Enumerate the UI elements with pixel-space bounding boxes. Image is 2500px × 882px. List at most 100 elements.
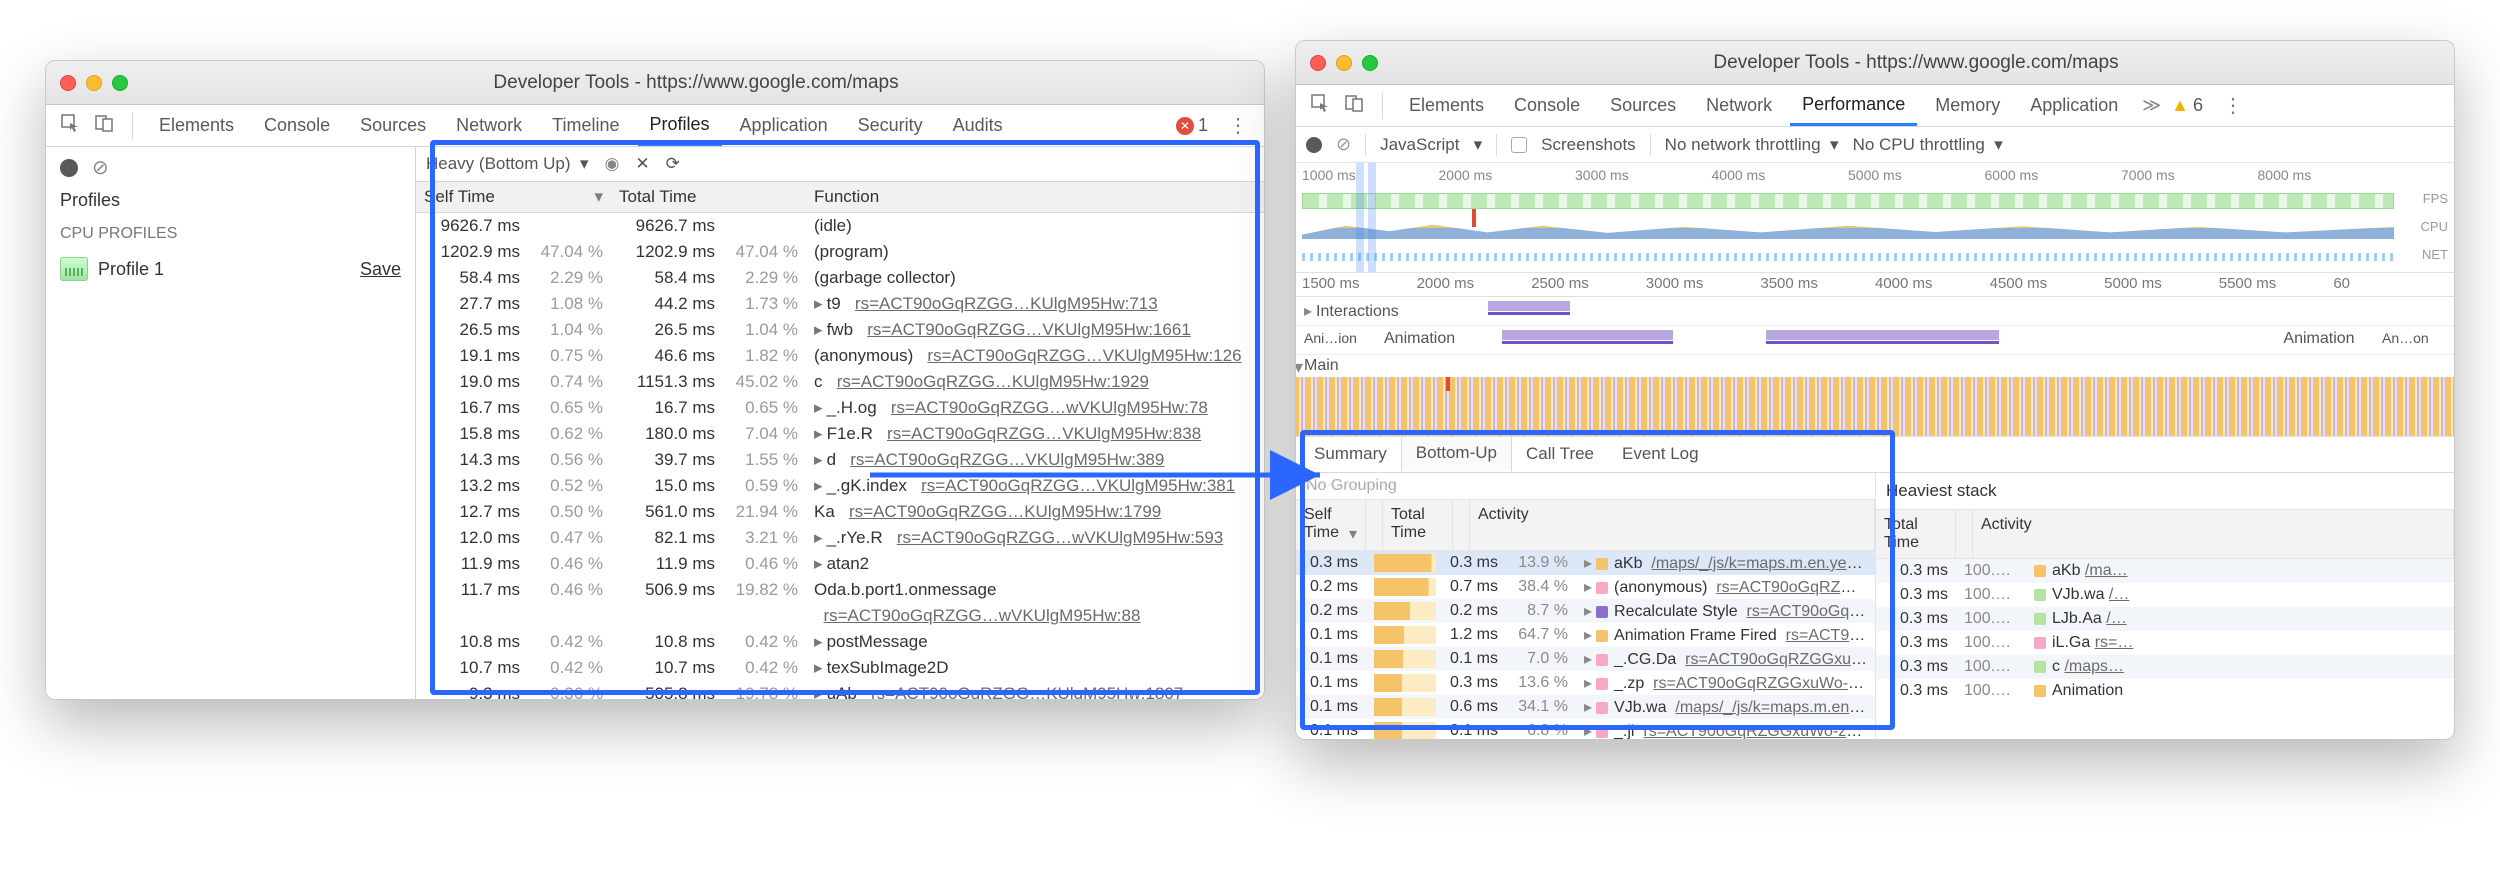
col-self-time[interactable]: Self Time▾	[416, 182, 611, 213]
table-row[interactable]: 11.7 ms0.46 %506.9 ms19.82 %Oda.b.port1.…	[416, 577, 1264, 603]
col-activity[interactable]: Activity	[1470, 500, 1875, 550]
source-link[interactable]: rs=ACT90o…	[1786, 627, 1875, 644]
source-link[interactable]: rs=ACT90oGqRZGG…KUlgM95Hw:1807	[871, 684, 1183, 699]
detail-tab-calltree[interactable]: Call Tree	[1512, 436, 1608, 472]
detail-tab-bottomup[interactable]: Bottom-Up	[1401, 434, 1512, 472]
table-row[interactable]: 1202.9 ms47.04 %1202.9 ms47.04 %(program…	[416, 239, 1264, 265]
record-button[interactable]	[60, 159, 78, 177]
tab-security[interactable]: Security	[846, 105, 935, 146]
source-link[interactable]: /maps…	[2064, 658, 2124, 675]
tab-network[interactable]: Network	[1694, 85, 1784, 126]
menu-icon[interactable]: ⋮	[2217, 93, 2249, 118]
table-row[interactable]: 0.1 ms 6.8 %0.1 ms6.8 %▸_.ji rs=ACT90oGq…	[1296, 719, 1875, 739]
tab-sources[interactable]: Sources	[348, 105, 438, 146]
profile-save-link[interactable]: Save	[360, 259, 401, 280]
error-count[interactable]: ✕ 1	[1176, 115, 1208, 136]
tab-elements[interactable]: Elements	[1397, 85, 1496, 126]
table-row[interactable]: 10.7 ms0.42 %10.7 ms0.42 %▸texSubImage2D	[416, 655, 1264, 681]
table-row[interactable]: 0.1 ms 6.8 %0.6 ms34.1 %▸VJb.wa /maps/_/…	[1296, 695, 1875, 719]
tab-network[interactable]: Network	[444, 105, 534, 146]
table-row[interactable]: 27.7 ms1.08 %44.2 ms1.73 %▸t9 rs=ACT90oG…	[416, 291, 1264, 317]
tab-profiles[interactable]: Profiles	[638, 105, 722, 146]
network-throttle-select[interactable]: No network throttling ▾	[1665, 135, 1839, 155]
mode-select[interactable]: Heavy (Bottom Up) ▾	[426, 154, 589, 174]
source-link[interactable]: /…	[2106, 610, 2126, 627]
table-row[interactable]: 11.9 ms0.46 %11.9 ms0.46 %▸atan2	[416, 551, 1264, 577]
cpu-throttle-select[interactable]: No CPU throttling ▾	[1853, 135, 2003, 155]
table-row[interactable]: 19.0 ms0.74 %1151.3 ms45.02 %c rs=ACT90o…	[416, 369, 1264, 395]
col-total-time[interactable]: Total Time	[1383, 500, 1453, 550]
inspect-icon[interactable]	[1306, 94, 1334, 117]
table-row[interactable]: 9626.7 ms9626.7 ms(idle)	[416, 213, 1264, 240]
source-link[interactable]: rs=ACT90oGqRZGGxuWo…	[1685, 651, 1875, 668]
minimize-icon[interactable]	[1336, 55, 1352, 71]
table-row[interactable]: 9.3 ms0.36 %505.8 ms19.78 %▸uAb rs=ACT90…	[416, 681, 1264, 699]
source-link[interactable]: rs=ACT90oGqRZGG…wVKUlgM95Hw:593	[897, 528, 1223, 547]
table-row[interactable]: 16.7 ms0.65 %16.7 ms0.65 %▸_.H.og rs=ACT…	[416, 395, 1264, 421]
clear-icon[interactable]: ⊘	[1336, 134, 1351, 155]
expand-icon[interactable]: ▾	[1295, 357, 1303, 378]
table-row[interactable]: 0.3 ms100.0 %aKb /ma…	[1876, 559, 2454, 583]
table-row[interactable]: 0.3 ms100.0 %iL.Ga rs=…	[1876, 631, 2454, 655]
table-row[interactable]: rs=ACT90oGqRZGG…wVKUlgM95Hw:88	[416, 603, 1264, 629]
table-row[interactable]: 58.4 ms2.29 %58.4 ms2.29 %(garbage colle…	[416, 265, 1264, 291]
source-link[interactable]: rs=ACT90oGqRZGG…wVKUlgM95Hw:88	[823, 606, 1140, 625]
source-link[interactable]: rs=ACT90oGqRZGG…VKUlgM95Hw:1661	[867, 320, 1191, 339]
menu-icon[interactable]: ⋮	[1222, 113, 1254, 138]
table-row[interactable]: 0.1 ms 7.0 %0.1 ms7.0 %▸_.CG.Da rs=ACT90…	[1296, 647, 1875, 671]
source-link[interactable]: rs=…	[2095, 634, 2134, 651]
source-link[interactable]: rs=ACT90oGqRZ…	[1747, 603, 1875, 620]
col-total-time[interactable]: Total Time	[1876, 510, 1956, 558]
source-link[interactable]: rs=ACT90oGqRZGG…VKUlgM95Hw:838	[887, 424, 1201, 443]
tab-audits[interactable]: Audits	[941, 105, 1015, 146]
table-row[interactable]: 10.8 ms0.42 %10.8 ms0.42 %▸postMessage	[416, 629, 1264, 655]
source-link[interactable]: rs=ACT90oGqRZGG…wVKUlgM95Hw:78	[891, 398, 1208, 417]
tab-application[interactable]: Application	[2018, 85, 2130, 126]
profile-item[interactable]: Profile 1 Save	[60, 251, 401, 287]
close-icon[interactable]	[1310, 55, 1326, 71]
table-row[interactable]: 0.1 ms 7.3 %1.2 ms64.7 %▸Animation Frame…	[1296, 623, 1875, 647]
close-icon[interactable]: ✕	[635, 154, 649, 174]
source-link[interactable]: rs=ACT90oGqRZGG…KUlgM95Hw:713	[855, 294, 1158, 313]
track-animation[interactable]: Ani…ion Animation Animation An…on	[1296, 326, 2454, 355]
source-link[interactable]: rs=ACT90oGqRZGGx…	[1716, 579, 1875, 596]
screenshots-checkbox[interactable]	[1511, 137, 1527, 153]
tab-console[interactable]: Console	[252, 105, 342, 146]
overflow-icon[interactable]: ≫	[2142, 95, 2161, 116]
overview-handle-right[interactable]	[1368, 163, 1376, 272]
table-row[interactable]: 0.3 ms100.0 %VJb.wa /…	[1876, 583, 2454, 607]
tab-memory[interactable]: Memory	[1923, 85, 2012, 126]
zoom-icon[interactable]	[112, 75, 128, 91]
tab-timeline[interactable]: Timeline	[540, 105, 631, 146]
time-ruler[interactable]: 1500 ms2000 ms2500 ms3000 ms3500 ms4000 …	[1296, 273, 2454, 297]
category-select[interactable]: JavaScript ▾	[1380, 135, 1482, 155]
zoom-icon[interactable]	[1362, 55, 1378, 71]
table-row[interactable]: 15.8 ms0.62 %180.0 ms7.04 %▸F1e.R rs=ACT…	[416, 421, 1264, 447]
tab-sources[interactable]: Sources	[1598, 85, 1688, 126]
close-icon[interactable]	[60, 75, 76, 91]
tab-performance[interactable]: Performance	[1790, 85, 1917, 126]
flame-chart[interactable]	[1296, 377, 2454, 437]
profiles-table[interactable]: Self Time▾ Total Time Function 9626.7 ms…	[416, 181, 1264, 699]
col-total-time[interactable]: Total Time	[611, 182, 806, 213]
table-row[interactable]: 12.0 ms0.47 %82.1 ms3.21 %▸_.rYe.R rs=AC…	[416, 525, 1264, 551]
focus-icon[interactable]: ◉	[605, 154, 620, 174]
source-link[interactable]: /…	[2109, 586, 2129, 603]
table-row[interactable]: 0.2 ms 8.7 %0.2 ms8.7 %▸Recalculate Styl…	[1296, 599, 1875, 623]
source-link[interactable]: /ma…	[2085, 562, 2128, 579]
table-row[interactable]: 0.1 ms 6.8 %0.3 ms13.6 %▸_.zp rs=ACT90oG…	[1296, 671, 1875, 695]
tab-elements[interactable]: Elements	[147, 105, 246, 146]
device-icon[interactable]	[1340, 94, 1368, 117]
clear-icon[interactable]: ⊘	[92, 155, 109, 180]
source-link[interactable]: /maps/_/js/k=maps.m.en.ye…	[1675, 699, 1875, 716]
track-interactions[interactable]: ▸Interactions	[1296, 297, 2454, 326]
timeline-overview[interactable]: 1000 ms2000 ms3000 ms4000 ms5000 ms6000 …	[1296, 163, 2454, 273]
col-activity[interactable]: Activity	[1973, 510, 2454, 558]
table-row[interactable]: 0.3 ms100.0 %Animation	[1876, 679, 2454, 703]
overview-handle-left[interactable]	[1356, 163, 1364, 272]
table-row[interactable]: 0.2 ms 13.2 %0.7 ms38.4 %▸(anonymous) rs…	[1296, 575, 1875, 599]
source-link[interactable]: rs=ACT90oGqRZGGxuWo-z8B…	[1653, 675, 1875, 692]
table-row[interactable]: 0.3 ms100.0 %c /maps…	[1876, 655, 2454, 679]
table-row[interactable]: 26.5 ms1.04 %26.5 ms1.04 %▸fwb rs=ACT90o…	[416, 317, 1264, 343]
minimize-icon[interactable]	[86, 75, 102, 91]
